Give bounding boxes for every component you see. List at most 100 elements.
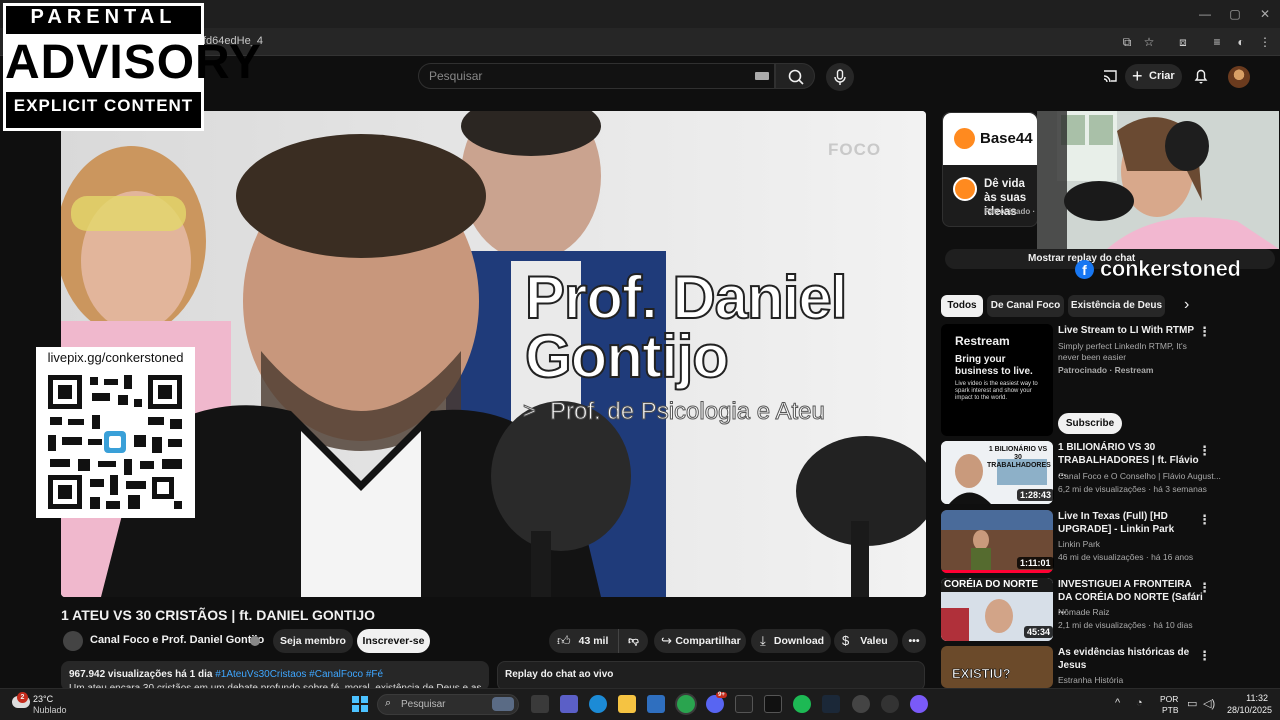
dislike-button[interactable]: 👎︎	[618, 629, 648, 653]
thumbnail-small-text: Live video is the easiest way to spark i…	[955, 381, 1038, 401]
video-duration: 1:28:43	[1017, 489, 1055, 501]
thumbnail-caption: EXISTIU?	[952, 666, 1011, 682]
list-item-meta: 46 mi de visualizações · há 16 anos	[1058, 552, 1194, 562]
webcam-overlay	[1037, 111, 1279, 249]
chevron-right-icon[interactable]: ›	[1184, 296, 1189, 314]
more-options-icon[interactable]: ⋮	[1198, 512, 1211, 528]
keyboard-icon[interactable]	[755, 72, 769, 80]
file-explorer-icon[interactable]	[618, 695, 636, 713]
video-channel-logo: FOCO	[828, 140, 882, 159]
list-item-channel[interactable]: Nômade Raiz	[1058, 607, 1110, 617]
notifications-bell-icon[interactable]	[1192, 67, 1210, 85]
obs-icon[interactable]	[735, 695, 753, 713]
qr-code-label: livepix.gg/conkerstoned	[47, 350, 184, 365]
list-item-title[interactable]: As evidências históricas de Jesus	[1058, 646, 1208, 672]
browser-menu-icon[interactable]: ⋮	[1256, 34, 1274, 50]
advisory-line2: ADVISORY	[5, 34, 261, 92]
install-app-icon[interactable]: ⧉	[1118, 34, 1136, 50]
more-options-icon[interactable]: ⋮	[1198, 580, 1211, 596]
chevron-up-icon[interactable]: ^	[1115, 697, 1120, 709]
account-avatar[interactable]	[1228, 66, 1250, 88]
streamer-name: conkerstoned	[1100, 256, 1241, 282]
list-item-title[interactable]: Live In Texas (Full) [HD UPGRADE] - Link…	[1058, 510, 1208, 536]
store-icon[interactable]	[647, 695, 665, 713]
qr-code-icon	[48, 375, 182, 509]
windows-start-icon[interactable]	[352, 696, 368, 712]
thumbs-down-icon: 👎︎	[628, 635, 639, 647]
network-icon[interactable]: ▭	[1187, 697, 1197, 710]
more-options-icon[interactable]: ⋮	[1198, 324, 1211, 340]
video-frame-title-line2: Gontijo	[524, 322, 730, 391]
more-actions-button[interactable]: •••	[902, 629, 926, 653]
keyboard-layout[interactable]: PTB	[1162, 705, 1179, 715]
close-icon[interactable]: ✕	[1250, 6, 1280, 22]
cast-icon[interactable]	[1102, 68, 1118, 84]
share-icon: ↪	[661, 633, 672, 648]
extensions-icon[interactable]: ⧈	[1174, 34, 1192, 50]
streaming-app-icon[interactable]	[910, 695, 928, 713]
tray-app-icon[interactable]: ◔	[1136, 697, 1143, 709]
channel-name[interactable]: Canal Foco e Prof. Daniel Gontijo	[90, 634, 264, 646]
thumbnail-brand: Restream	[955, 334, 1010, 348]
ad-logo-icon	[954, 128, 975, 149]
list-item-channel[interactable]: Linkin Park	[1058, 539, 1100, 549]
verified-icon	[250, 636, 260, 646]
thumbs-up-icon: 👍︎	[557, 633, 571, 648]
search-button[interactable]	[775, 63, 815, 89]
list-item-channel: Simply perfect LinkedIn RTMP, It's never…	[1058, 341, 1187, 362]
thumbnail-headline: Bring your business to live.	[955, 354, 1033, 377]
chip-topic[interactable]: Existência de Deus	[1068, 295, 1165, 317]
list-item-channel[interactable]: Estranha História	[1058, 675, 1123, 685]
description-meta: 967.942 visualizações há 1 dia #1AteuVs3…	[69, 669, 383, 680]
discord-badge: 9+	[716, 692, 727, 698]
teams-icon[interactable]	[560, 695, 578, 713]
voice-search-button[interactable]	[826, 63, 854, 91]
download-icon: ⤓	[760, 633, 766, 648]
more-options-icon[interactable]: ⋮	[1198, 443, 1211, 459]
join-button[interactable]: Seja membro	[273, 629, 353, 653]
profile-icon[interactable]: ◐	[1232, 34, 1250, 50]
clock-date[interactable]: 28/10/2025	[1227, 705, 1272, 715]
facebook-icon: f	[1075, 260, 1094, 279]
more-options-icon[interactable]: ⋮	[1198, 648, 1211, 664]
spotify-icon[interactable]	[793, 695, 811, 713]
thumbnail-caption: CORÉIA DO NORTE	[944, 579, 1039, 590]
channel-avatar[interactable]	[63, 631, 83, 651]
recorder-icon[interactable]	[881, 695, 899, 713]
ad-subscribe-button[interactable]: Subscribe	[1058, 413, 1122, 434]
weather-temperature[interactable]: 23°C	[33, 694, 53, 704]
subscribe-button[interactable]: Inscrever-se	[357, 629, 430, 653]
reading-list-icon[interactable]: ≡	[1208, 34, 1226, 50]
edge-icon[interactable]	[589, 695, 607, 713]
video-duration: 1:11:01	[1017, 557, 1054, 569]
list-item-channel[interactable]: Canal Foco e O Conselho | Flávio August.…	[1058, 471, 1221, 481]
task-view-icon[interactable]	[531, 695, 549, 713]
hashtags[interactable]: #1AteuVs30Cristaos #CanalFoco #Fé	[212, 669, 383, 680]
search-placeholder: Pesquisar	[429, 69, 483, 83]
minimize-icon[interactable]: —	[1190, 6, 1220, 22]
advisory-line3: EXPLICIT CONTENT	[13, 96, 194, 115]
chrome-icon[interactable]	[677, 695, 695, 713]
list-item-title[interactable]: Live Stream to LI With RTMP	[1058, 324, 1208, 337]
search-icon	[788, 69, 804, 85]
weather-description[interactable]: Nublado	[33, 705, 67, 715]
steam-icon[interactable]	[822, 695, 840, 713]
video-title: 1 ATEU VS 30 CRISTÃOS | ft. DANIEL GONTI…	[61, 607, 376, 623]
arrow-icon: >	[523, 398, 537, 424]
volume-icon[interactable]: ◁)	[1203, 697, 1215, 710]
language-code[interactable]: POR	[1160, 694, 1178, 704]
maximize-icon[interactable]: ▢	[1220, 6, 1250, 22]
plus-icon: +	[1132, 66, 1143, 86]
taskbar-search-placeholder: Pesquisar	[401, 699, 446, 710]
terminal-icon[interactable]	[764, 695, 782, 713]
chip-channel[interactable]: De Canal Foco	[987, 295, 1064, 317]
clock-time[interactable]: 11:32	[1238, 693, 1268, 703]
video-frame-subtitle: Prof. de Psicologia e Ateu	[550, 398, 826, 426]
search-icon: ⌕	[385, 697, 392, 709]
notification-badge: 2	[17, 692, 28, 703]
app-icon[interactable]	[852, 695, 870, 713]
chip-all[interactable]: Todos	[941, 295, 983, 317]
bookmark-star-icon[interactable]: ☆	[1140, 34, 1158, 50]
advisory-line1: PARENTAL	[30, 6, 177, 28]
search-highlight-icon[interactable]	[492, 697, 514, 711]
